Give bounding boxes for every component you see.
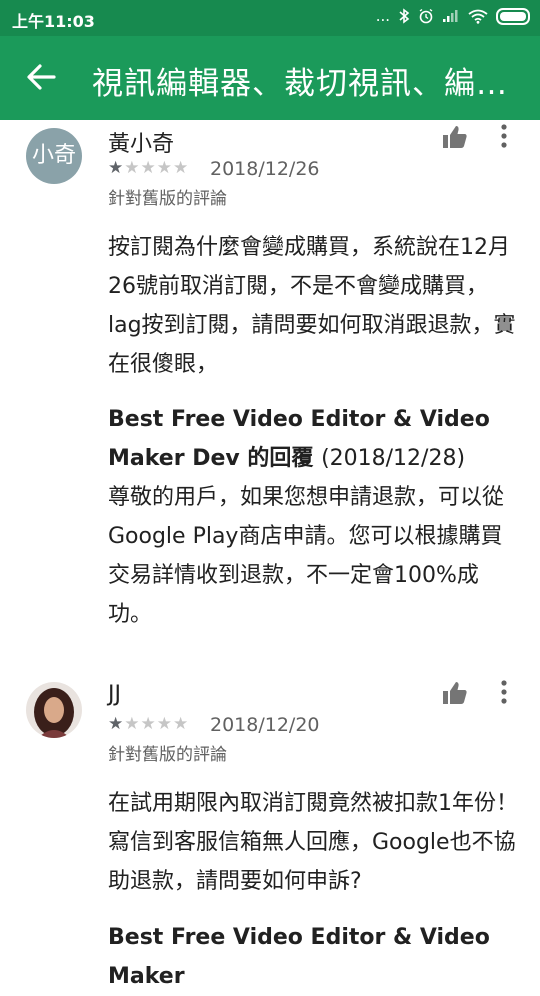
alarm-icon: [419, 8, 433, 24]
page-title: 視訊編輯器、裁切視訊、編…: [92, 66, 508, 102]
more-options-icon[interactable]: [494, 678, 514, 708]
developer-reply-text: 尊敬的用戶，如果您想申請退款，可以從Google Play商店申請。您可以根據購…: [108, 485, 505, 627]
review-text: 在試用期限內取消訂閱竟然被扣款1年份！寫信到客服信箱無人回應，Google也不協…: [108, 791, 518, 894]
thumbs-up-icon[interactable]: [442, 680, 468, 706]
avatar: [26, 682, 82, 738]
status-time: 上午11:03: [12, 12, 95, 31]
app-bar: 視訊編輯器、裁切視訊、編…: [0, 36, 540, 120]
reply-author: Best Free Video Editor & Video Maker: [108, 925, 490, 989]
review-date: 2018/12/20: [210, 714, 320, 736]
more-options-icon[interactable]: [494, 122, 514, 152]
thumbs-up-icon[interactable]: [442, 124, 468, 150]
wifi-icon: [468, 9, 488, 24]
star-filled: ★: [108, 714, 125, 734]
more-notifications-icon: ...: [375, 7, 390, 25]
review-card: JJ ★★★★★ 2018/12/20 針對舊版的評論 在試用期限內取消訂閱竟然…: [0, 676, 540, 989]
star-filled: ★: [108, 158, 125, 178]
signal-icon: [443, 10, 458, 22]
developer-reply-header: Best Free Video Editor & Video Maker: [108, 918, 528, 996]
status-bar: 上午11:03 ...: [0, 0, 540, 36]
avatar: 小奇: [26, 128, 82, 184]
old-version-label: 針對舊版的評論: [108, 189, 227, 209]
review-text: 按訂閱為什麼會變成購買，系統說在12月26號前取消訂閱，不是不會變成購買，lag…: [108, 235, 516, 377]
reviewer-name: 黃小奇: [108, 132, 175, 157]
battery-icon: [496, 7, 530, 25]
star-empty: ★★★★: [124, 158, 190, 178]
bluetooth-icon: [399, 8, 410, 24]
reviewer-name: JJ: [108, 682, 121, 707]
review-date: 2018/12/26: [210, 158, 320, 180]
star-rating: ★★★★★: [108, 158, 189, 178]
back-arrow-icon[interactable]: [24, 60, 58, 94]
review-card: 小奇 黃小奇 ★★★★★ 2018/12/26 針對舊版的評論 按訂閱為什麼會變…: [0, 120, 540, 660]
star-rating: ★★★★★: [108, 714, 189, 734]
old-version-label: 針對舊版的評論: [108, 745, 227, 765]
developer-reply-header: Best Free Video Editor & Video Maker Dev…: [108, 400, 528, 478]
star-empty: ★★★★: [124, 714, 190, 734]
status-icons: ...: [376, 7, 530, 25]
reply-date: (2018/12/28): [321, 446, 466, 471]
